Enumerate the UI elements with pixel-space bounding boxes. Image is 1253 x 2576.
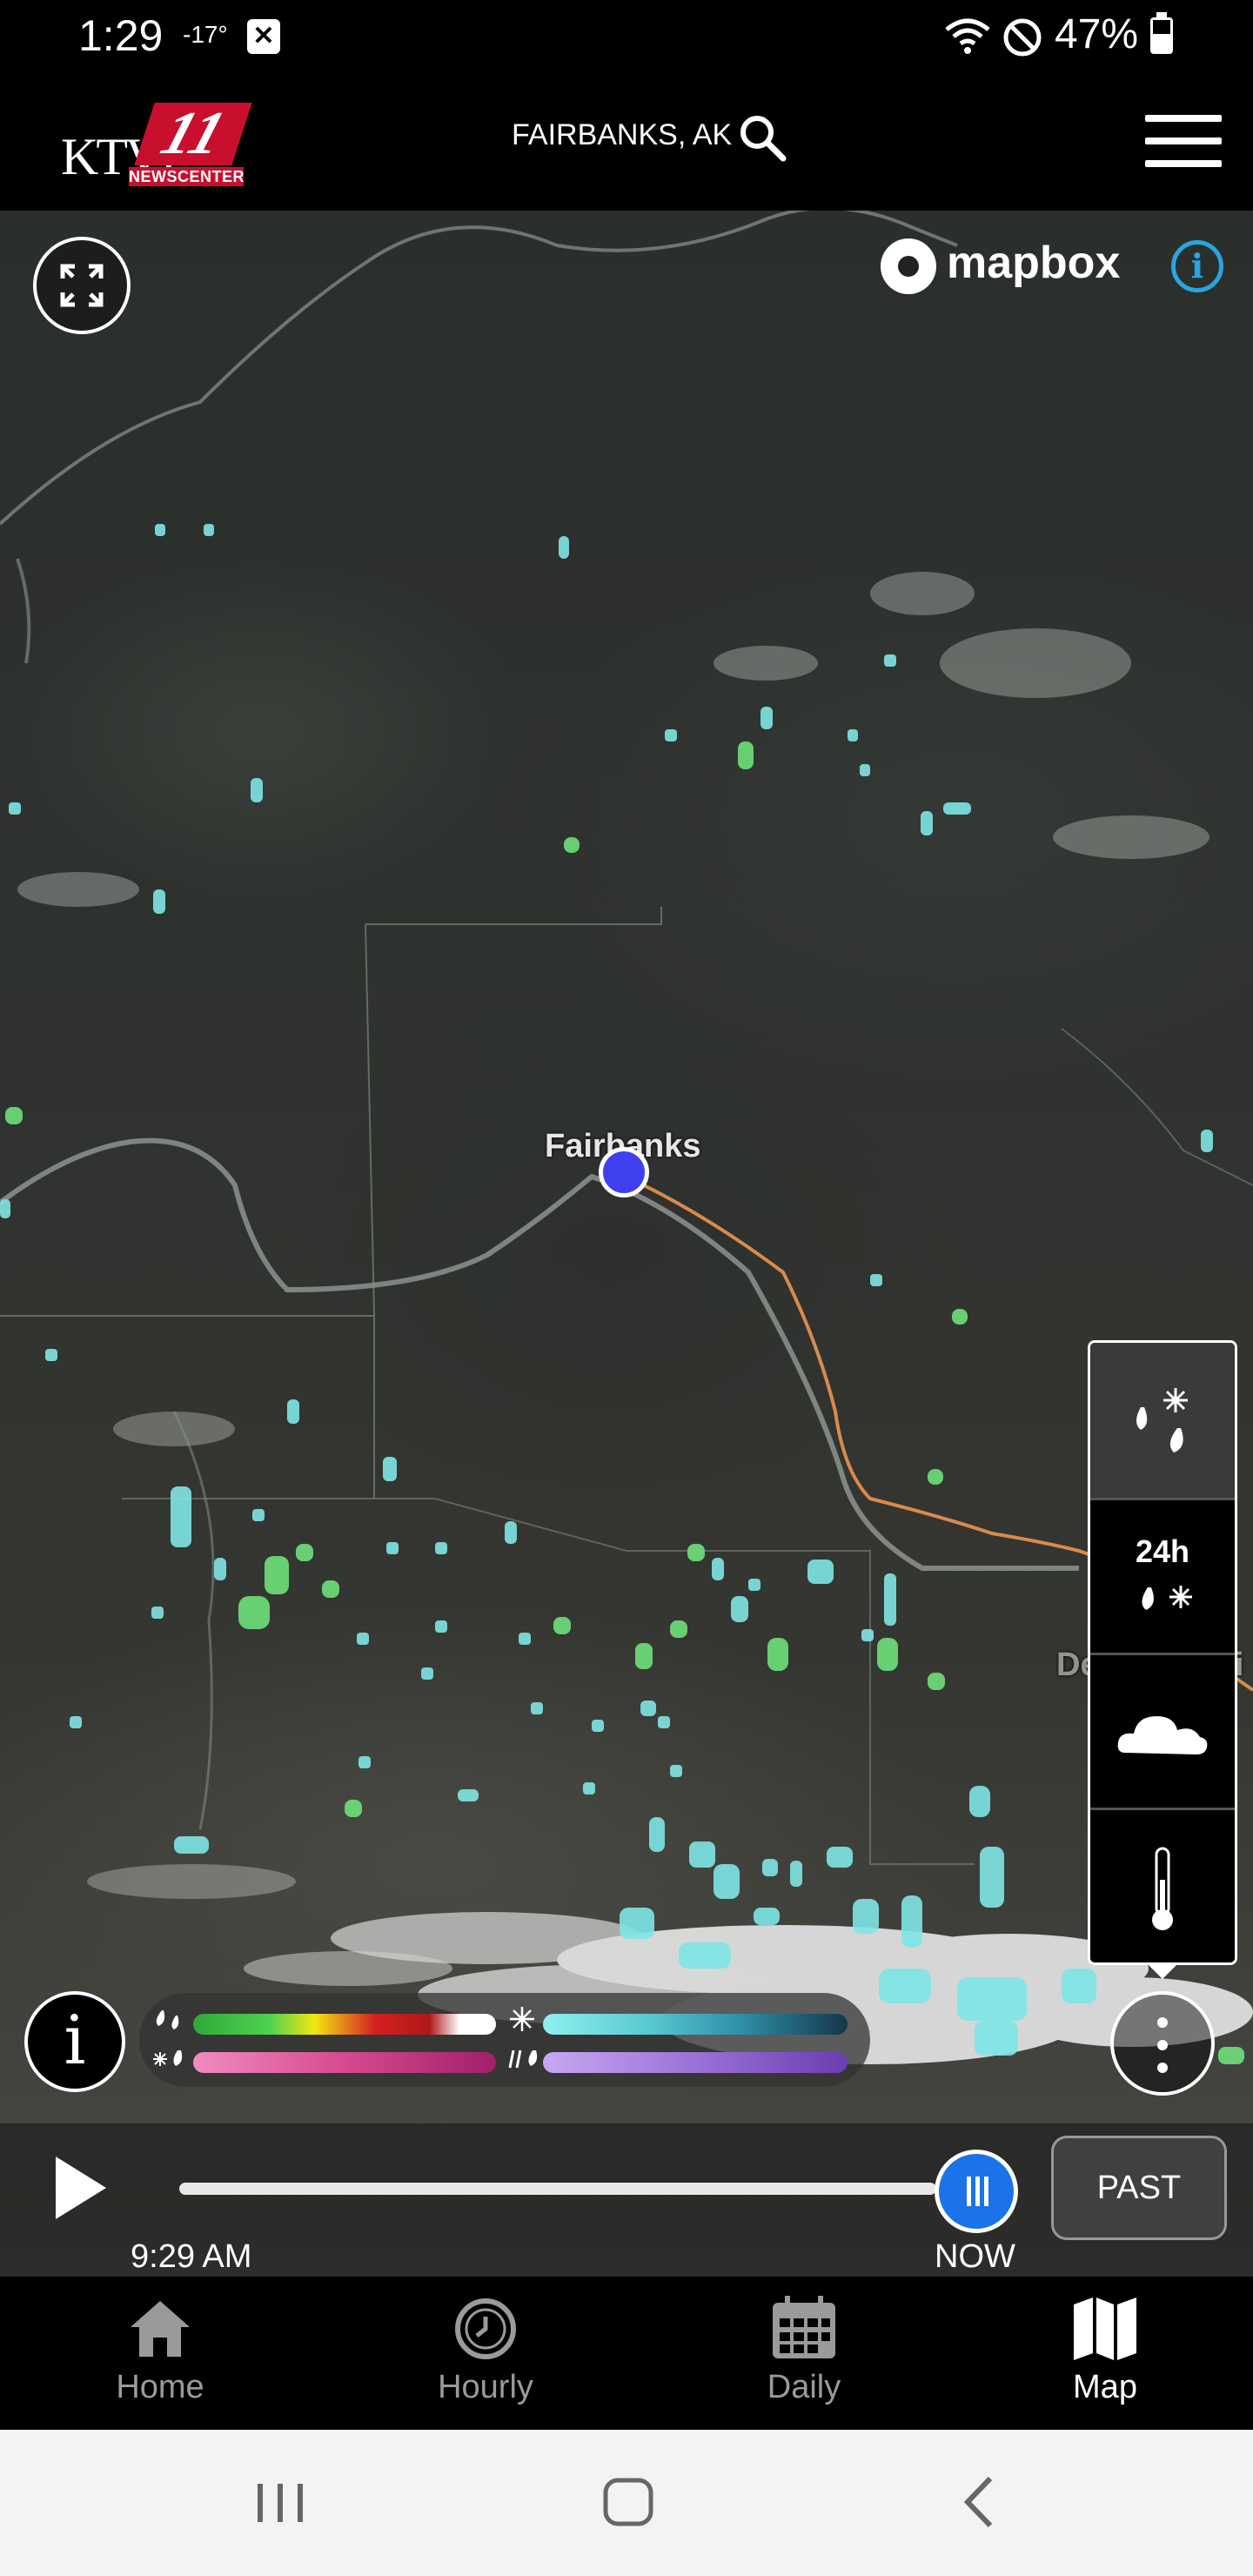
- nav-map-label: Map: [1073, 2369, 1137, 2405]
- play-button[interactable]: [56, 2157, 106, 2219]
- mapbox-logo-icon: [881, 238, 936, 294]
- station-logo[interactable]: KTVF 11 NEWSCENTER: [61, 100, 252, 188]
- calendar-icon: [773, 2296, 835, 2358]
- do-not-disturb-icon: [1003, 18, 1042, 57]
- now-label: NOW: [935, 2238, 1015, 2275]
- status-temperature: -17°: [183, 21, 228, 48]
- more-options-button[interactable]: [1110, 1991, 1215, 2096]
- layer-selector: 24h: [1088, 1340, 1237, 1965]
- battery-icon: [1150, 12, 1173, 54]
- home-button-icon[interactable]: [593, 2472, 663, 2532]
- bottom-navigation: Home Hourly Daily Map: [0, 2277, 1253, 2430]
- fullscreen-button[interactable]: [33, 237, 131, 334]
- timeline-handle[interactable]: [935, 2150, 1018, 2233]
- clock-icon: [455, 2298, 516, 2359]
- layer-panel-pointer: [1147, 1963, 1178, 1979]
- battery-percent: 47%: [1055, 11, 1139, 57]
- nav-home-label: Home: [116, 2369, 204, 2405]
- status-bar: 1:29 -17° ✕ 47%: [0, 0, 1253, 75]
- layer-clouds[interactable]: [1090, 1653, 1235, 1810]
- rain-icon: [156, 2010, 179, 2029]
- map-terrain: [0, 211, 1253, 2064]
- back-icon[interactable]: [945, 2472, 1015, 2532]
- mix-icon: [153, 2050, 183, 2066]
- legend-mix-gradient: [193, 2052, 496, 2073]
- precip-returns: [0, 524, 1244, 2064]
- thermometer-icon: [1152, 1847, 1173, 1930]
- nav-hourly-label: Hourly: [438, 2369, 533, 2405]
- expand-icon: [60, 264, 104, 307]
- cloud-icon: [1117, 1716, 1208, 1754]
- wifi-icon: [945, 18, 990, 54]
- nav-daily-label: Daily: [767, 2369, 841, 2405]
- mapbox-text: mapbox: [947, 238, 1121, 288]
- layer-precipitation[interactable]: [1090, 1343, 1235, 1498]
- legend-rain-gradient: [193, 2014, 496, 2035]
- legend-info-button[interactable]: i: [24, 1991, 125, 2092]
- ice-icon: [508, 2049, 538, 2069]
- radar-map[interactable]: mapbox i Fairbanks Delta Juncti: [0, 211, 1253, 2277]
- nav-hourly[interactable]: Hourly: [381, 2277, 590, 2430]
- status-time: 1:29: [78, 11, 164, 60]
- home-icon: [131, 2301, 190, 2357]
- logo-number: 11: [134, 100, 252, 167]
- current-location-marker: [599, 1147, 649, 1197]
- nav-home[interactable]: Home: [56, 2277, 265, 2430]
- radar-playback-bar: PAST 9:29 AM NOW: [0, 2123, 1253, 2277]
- hamburger-menu-icon[interactable]: [1145, 115, 1222, 167]
- location-label[interactable]: FAIRBANKS, AK: [512, 118, 732, 152]
- precip-legend: [139, 1993, 870, 2087]
- playback-time: 9:29 AM: [131, 2238, 252, 2275]
- legend-snow-gradient: [543, 2014, 848, 2035]
- app-header: KTVF 11 NEWSCENTER FAIRBANKS, AK: [0, 75, 1253, 211]
- snow-icon: [510, 2007, 534, 2031]
- rain-snow-icon: [1142, 1586, 1192, 1610]
- legend-ice-gradient: [543, 2052, 848, 2073]
- past-button[interactable]: PAST: [1051, 2136, 1227, 2240]
- rain-snow-icon: [1136, 1388, 1188, 1452]
- system-navigation-bar: [0, 2430, 1253, 2576]
- layer-24h-precipitation[interactable]: 24h: [1090, 1498, 1235, 1655]
- nav-daily[interactable]: Daily: [700, 2277, 908, 2430]
- search-icon[interactable]: [736, 111, 788, 164]
- map-icon: [1074, 2298, 1136, 2360]
- recent-apps-icon[interactable]: [245, 2472, 315, 2532]
- nav-map[interactable]: Map: [1001, 2277, 1209, 2430]
- map-info-icon[interactable]: i: [1171, 240, 1223, 292]
- timeline-track[interactable]: [179, 2183, 936, 2195]
- logo-subtitle: NEWSCENTER: [129, 167, 245, 186]
- layer-temperature[interactable]: [1090, 1808, 1235, 1962]
- notification-icon: ✕: [247, 19, 280, 54]
